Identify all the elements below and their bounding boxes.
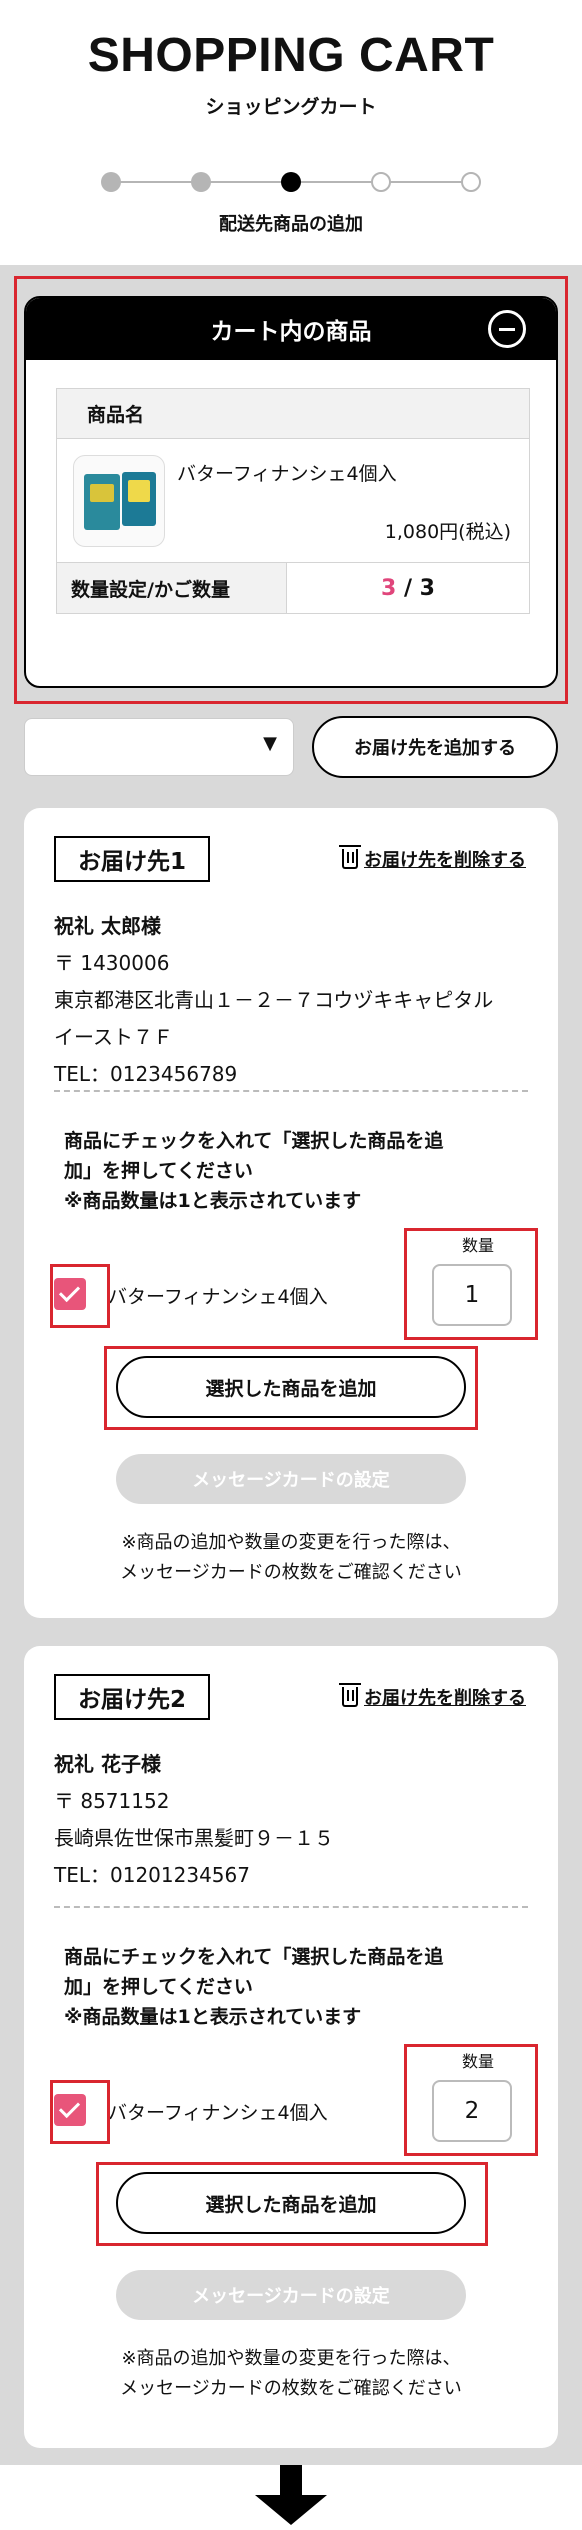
postal-code: 〒 1430006 bbox=[54, 951, 170, 975]
delete-destination-label: お届け先を削除する bbox=[364, 850, 526, 871]
note-line-2: メッセージカードの枚数をご確認ください bbox=[120, 2378, 462, 2399]
add-button-highlight-2 bbox=[96, 2162, 488, 2246]
product-thumbnail bbox=[73, 455, 165, 547]
address-line-1: 長崎県佐世保市黒髪町９－１５ bbox=[54, 1826, 334, 1850]
delete-destination-link[interactable]: お届け先を削除する bbox=[339, 845, 526, 872]
qty-total: 3 bbox=[419, 575, 435, 601]
step-dot-1 bbox=[101, 172, 121, 192]
instruction-line-3: ※商品数量は1と表示されています bbox=[64, 2006, 362, 2028]
quantity-label: 数量設定/かご数量 bbox=[57, 563, 287, 613]
product-name: バターフィナンシェ4個入 bbox=[177, 463, 397, 485]
add-button-highlight-1 bbox=[104, 1346, 478, 1430]
down-arrow-icon bbox=[0, 2465, 582, 2530]
cart-panel: カート内の商品 商品名 バターフィナンシェ4個入 1,080円(税込) 数量設定… bbox=[24, 296, 558, 688]
step-indicator bbox=[101, 170, 481, 194]
dropdown-arrow-icon: ▼ bbox=[263, 733, 277, 754]
recipient-name: 祝礼 太郎様 bbox=[54, 914, 161, 938]
note: ※商品の追加や数量の変更を行った際は、 メッセージカードの枚数をご確認ください bbox=[24, 1528, 558, 1588]
destination-card-1: お届け先1 お届け先を削除する 祝礼 太郎様 〒 1430006 東京都港区北青… bbox=[24, 808, 558, 1618]
destination-tag: お届け先2 bbox=[54, 1674, 210, 1720]
cart-panel-title: カート内の商品 bbox=[210, 319, 372, 345]
step-dot-4 bbox=[371, 172, 391, 192]
step-dot-3-current bbox=[281, 172, 301, 192]
instruction-line-1: 商品にチェックを入れて「選択した商品を追 bbox=[64, 1946, 444, 1968]
qty-separator: / bbox=[396, 575, 420, 601]
cart-product-row: バターフィナンシェ4個入 1,080円(税込) bbox=[57, 439, 529, 563]
divider bbox=[54, 1906, 528, 1908]
page-header: SHOPPING CART ショッピングカート 配送先商品の追加 bbox=[0, 0, 582, 265]
instruction-line-1: 商品にチェックを入れて「選択した商品を追 bbox=[64, 1130, 444, 1152]
divider bbox=[54, 1090, 528, 1092]
product-name-header: 商品名 bbox=[57, 389, 529, 439]
destination-address: 祝礼 太郎様 〒 1430006 東京都港区北青山１－２－７コウヅキキャピタル … bbox=[54, 908, 493, 1093]
note-line-1: ※商品の追加や数量の変更を行った際は、 bbox=[121, 1532, 461, 1553]
instruction-line-3: ※商品数量は1と表示されています bbox=[64, 1190, 362, 1212]
destination-tag: お届け先1 bbox=[54, 836, 210, 882]
product-price: 1,080円(税込) bbox=[384, 521, 511, 543]
cart-panel-header[interactable]: カート内の商品 bbox=[26, 298, 556, 360]
note-line-2: メッセージカードの枚数をご確認ください bbox=[120, 1562, 462, 1583]
cart-table: 商品名 バターフィナンシェ4個入 1,080円(税込) 数量設定/かご数量 3 … bbox=[56, 388, 530, 614]
step-dot-5 bbox=[461, 172, 481, 192]
instruction-line-2: 加」を押してください bbox=[64, 1160, 253, 1182]
qty-assigned: 3 bbox=[381, 575, 397, 601]
collapse-minus-icon[interactable] bbox=[488, 310, 526, 348]
instructions: 商品にチェックを入れて「選択した商品を追 加」を押してください ※商品数量は1と… bbox=[64, 1126, 443, 1216]
page-subtitle: ショッピングカート bbox=[205, 96, 377, 118]
quantity-row: 数量設定/かご数量 3 / 3 bbox=[57, 563, 529, 613]
address-line-2: イースト７Ｆ bbox=[54, 1025, 173, 1049]
trash-icon bbox=[339, 845, 361, 869]
recipient-name: 祝礼 花子様 bbox=[54, 1752, 161, 1776]
delete-destination-label: お届け先を削除する bbox=[364, 1688, 526, 1709]
instructions: 商品にチェックを入れて「選択した商品を追 加」を押してください ※商品数量は1と… bbox=[64, 1942, 443, 2032]
message-card-button[interactable]: メッセージカードの設定 bbox=[116, 2270, 466, 2320]
delete-destination-link[interactable]: お届け先を削除する bbox=[339, 1683, 526, 1710]
destination-address: 祝礼 花子様 〒 8571152 長崎県佐世保市黒髪町９－１５ TEL：0120… bbox=[54, 1746, 334, 1894]
note-line-1: ※商品の追加や数量の変更を行った際は、 bbox=[121, 2348, 461, 2369]
trash-icon bbox=[339, 1683, 361, 1707]
qty-highlight-2 bbox=[404, 2044, 538, 2156]
quantity-value: 3 / 3 bbox=[287, 563, 529, 613]
phone-number: TEL：0123456789 bbox=[54, 1062, 238, 1086]
page-title: SHOPPING CART bbox=[87, 29, 495, 82]
add-destination-button[interactable]: お届け先を追加する bbox=[312, 716, 558, 778]
address-select[interactable]: ▼ bbox=[24, 718, 294, 776]
checkbox-highlight-2 bbox=[50, 2080, 110, 2144]
item-name: バターフィナンシェ4個入 bbox=[108, 1286, 328, 1308]
checkbox-highlight-1 bbox=[50, 1264, 110, 1328]
step-dot-2 bbox=[191, 172, 211, 192]
phone-number: TEL：01201234567 bbox=[54, 1863, 250, 1887]
step-label: 配送先商品の追加 bbox=[219, 214, 363, 235]
address-line-1: 東京都港区北青山１－２－７コウヅキキャピタル bbox=[54, 988, 494, 1012]
qty-highlight-1 bbox=[404, 1228, 538, 1340]
item-name: バターフィナンシェ4個入 bbox=[108, 2102, 328, 2124]
instruction-line-2: 加」を押してください bbox=[64, 1976, 253, 1998]
postal-code: 〒 8571152 bbox=[54, 1789, 170, 1813]
message-card-button[interactable]: メッセージカードの設定 bbox=[116, 1454, 466, 1504]
note: ※商品の追加や数量の変更を行った際は、 メッセージカードの枚数をご確認ください bbox=[24, 2344, 558, 2404]
